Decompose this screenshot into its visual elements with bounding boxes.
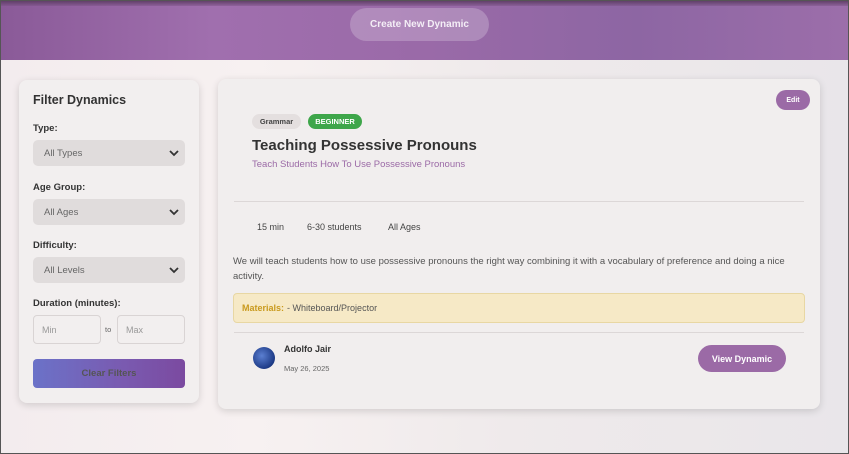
divider	[234, 201, 804, 202]
dynamic-card: Edit Grammar BEGINNER Teaching Possessiv…	[218, 79, 820, 409]
type-select-value: All Types	[44, 147, 83, 159]
materials-label: Materials:	[242, 303, 285, 313]
duration-label: Duration (minutes):	[33, 298, 121, 309]
chevron-down-icon	[169, 150, 179, 157]
difficulty-label: Difficulty:	[33, 240, 77, 251]
card-subtitle: Teach Students How To Use Possessive Pro…	[252, 159, 466, 170]
materials-box: Materials: - Whiteboard/Projector	[233, 293, 805, 323]
difficulty-select[interactable]: All Levels	[33, 257, 185, 283]
avatar	[253, 347, 275, 369]
card-description: We will teach students how to use posses…	[233, 256, 785, 282]
duration-meta: 15 min	[257, 222, 285, 232]
chevron-down-icon	[169, 267, 179, 274]
view-dynamic-button[interactable]: View Dynamic	[698, 345, 786, 372]
level-badge: BEGINNER	[308, 114, 362, 129]
duration-to-label: to	[105, 325, 112, 334]
filter-sidebar: Filter Dynamics Type: All Types Age Grou…	[19, 80, 199, 403]
age-group-select[interactable]: All Ages	[33, 199, 185, 225]
duration-max-input[interactable]: Max	[117, 315, 185, 344]
publish-date: May 26, 2025	[284, 364, 330, 373]
materials-value: - Whiteboard/Projector	[287, 303, 378, 313]
type-label: Type:	[33, 123, 58, 134]
clear-filters-button[interactable]: Clear Filters	[33, 359, 185, 388]
chevron-down-icon	[169, 209, 179, 216]
difficulty-select-value: All Levels	[44, 264, 85, 276]
page-header: Create New Dynamic	[0, 0, 849, 60]
create-new-dynamic-button[interactable]: Create New Dynamic	[350, 8, 489, 41]
filter-title: Filter Dynamics	[33, 93, 127, 107]
edit-button[interactable]: Edit	[776, 90, 810, 110]
ages-meta: All Ages	[388, 222, 421, 232]
divider	[234, 332, 804, 333]
age-group-select-value: All Ages	[44, 206, 79, 218]
students-meta: 6-30 students	[307, 222, 362, 232]
duration-min-input[interactable]: Min	[33, 315, 101, 344]
age-group-label: Age Group:	[33, 182, 86, 193]
author-name: Adolfo Jair	[284, 344, 332, 354]
card-title: Teaching Possessive Pronouns	[252, 137, 477, 154]
category-tag: Grammar	[252, 114, 301, 129]
type-select[interactable]: All Types	[33, 140, 185, 166]
